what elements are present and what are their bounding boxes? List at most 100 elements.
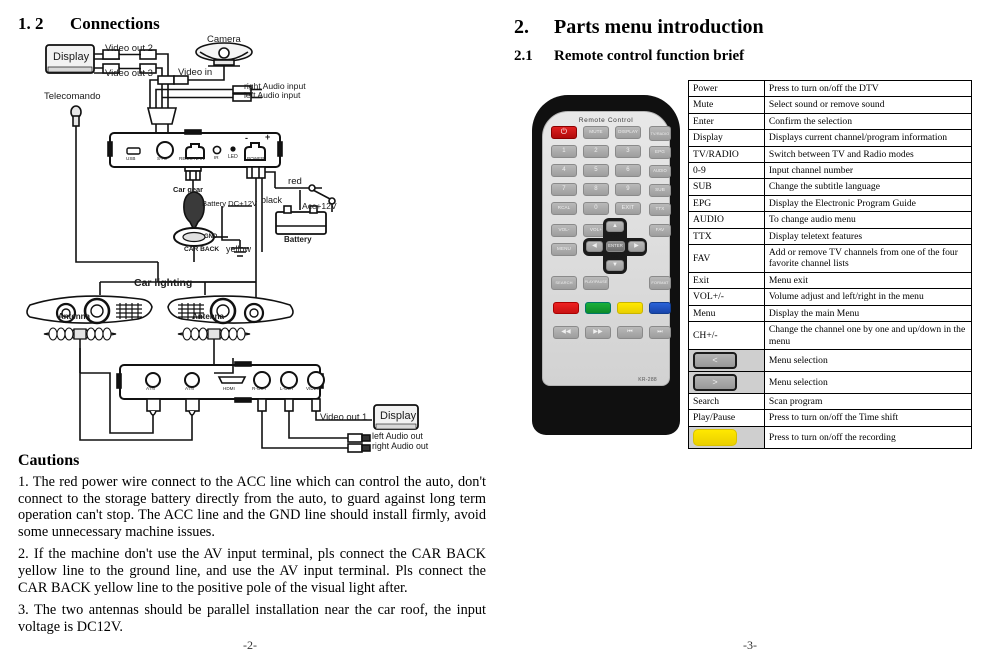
remote-key-color-red[interactable] — [553, 302, 579, 314]
label-black: black — [261, 195, 283, 205]
inline-record-key — [693, 428, 737, 446]
table-cell-description: Menu selection — [763, 370, 973, 394]
table-row: Search Scan program — [688, 392, 973, 411]
table-cell-key-glyph: > — [688, 370, 765, 394]
label-polarity-minus: - — [245, 133, 248, 143]
remote-key-sub[interactable]: SUB — [649, 184, 671, 197]
table-row: Enter Confirm the selection — [688, 112, 973, 131]
remote-key-9[interactable]: 9 — [615, 183, 641, 196]
label-video-out-2: Video out 2 — [105, 43, 153, 54]
caution-item-2: 2. If the machine don't use the AV input… — [18, 546, 486, 596]
remote-key-8[interactable]: 8 — [583, 183, 609, 196]
caution-item-3: 3. The two antennas should be parallel i… — [18, 602, 486, 635]
remote-key-power[interactable]: ⏻ — [551, 126, 577, 139]
remote-key-search[interactable]: SEARCH — [551, 276, 577, 290]
remote-key-rewind[interactable]: ◀◀ — [553, 326, 579, 339]
table-cell-key-name: FAV — [688, 244, 765, 273]
label-display-top: Display — [53, 51, 90, 63]
table-row: Menu Display the main Menu — [688, 304, 973, 323]
table-row: Mute Select sound or remove sound — [688, 96, 973, 114]
table-cell-key-name: Play/Pause — [688, 409, 765, 427]
table-row: > Menu selection — [688, 370, 973, 394]
table-cell-key-name: Enter — [688, 112, 765, 131]
remote-key-enter[interactable]: ENTER — [606, 241, 625, 252]
label-video-out-1: Video out 1 — [320, 411, 368, 422]
remote-key-color-yellow[interactable] — [617, 302, 643, 314]
label-port-ir: IR — [214, 155, 219, 160]
cautions-title: Cautions — [18, 452, 80, 469]
table-cell-key-name: CH+/- — [688, 321, 765, 350]
remote-function-table: Power Press to turn on/off the DTV Mute Sel… — [688, 79, 973, 449]
remote-key-5[interactable]: 5 — [583, 164, 609, 177]
connections-diagram-svg — [26, 42, 419, 453]
remote-key-exit[interactable]: EXIT — [615, 202, 641, 215]
remote-key-down[interactable]: ▼ — [606, 260, 624, 271]
table-cell-description: Input channel number — [763, 162, 973, 180]
label-car-gear: Car gear — [173, 185, 203, 194]
remote-key-3[interactable]: 3 — [615, 145, 641, 158]
table-row: AUDIO To change audio menu — [688, 211, 973, 229]
table-row: TTX Display teletext features — [688, 227, 973, 246]
remote-key-display[interactable]: DISPLAY — [615, 126, 641, 139]
remote-key-tv-radio[interactable]: TV/RADIO — [649, 126, 671, 141]
table-cell-key-name: SUB — [688, 178, 765, 196]
navlabel-ch-minus: CH- — [610, 254, 620, 259]
table-cell-description: Scan program — [763, 392, 973, 411]
remote-key-color-green[interactable] — [585, 302, 611, 314]
table-cell-description: Display teletext features — [763, 227, 973, 246]
table-cell-key-name: Menu — [688, 304, 765, 323]
remote-key-left[interactable]: ◀ — [586, 241, 603, 252]
table-cell-description: Displays current channel/program informa… — [763, 129, 973, 147]
table-cell-description: Switch between TV and Radio modes — [763, 145, 973, 164]
remote-key-format[interactable]: FORMAT — [649, 276, 671, 290]
remote-key-ttx[interactable]: TTX — [649, 203, 671, 216]
label-port-video: VIDEO — [306, 386, 321, 391]
label-right-audio-out: right Audio out — [372, 441, 429, 451]
table-cell-key-name: Search — [688, 392, 765, 411]
remote-key-menu[interactable]: MENU — [551, 243, 577, 256]
label-left-audio-input: left Audio input — [244, 90, 301, 100]
table-cell-key-name: EPG — [688, 194, 765, 213]
remote-key-up[interactable]: ▲ — [606, 221, 624, 232]
table-row: TV/RADIO Switch between TV and Radio mode… — [688, 145, 973, 164]
label-gnd: GND — [204, 234, 218, 240]
remote-key-epg[interactable]: EPG — [649, 146, 671, 159]
remote-faceplate: Remote Control ⏻ MUTE DISPLAY TV/RADIO 1… — [542, 111, 671, 386]
table-cell-key-name: Display — [688, 129, 765, 147]
subsection-title: Remote control function brief — [554, 48, 745, 64]
table-cell-description: Press to turn on/off the DTV — [763, 79, 973, 98]
table-cell-key-name: AUDIO — [688, 211, 765, 229]
remote-key-color-blue[interactable] — [649, 302, 671, 314]
table-cell-description: Press to turn on/off the Time shift — [763, 409, 973, 427]
remote-key-6[interactable]: 6 — [615, 164, 641, 177]
label-yellow: yellow — [226, 244, 252, 254]
inline-remote-key: < — [693, 351, 737, 369]
remote-key-recall[interactable]: RCAL — [551, 202, 577, 215]
remote-key-play-pause[interactable]: PLAY/PAUSE — [583, 276, 609, 290]
remote-key-audio[interactable]: AUDIO — [649, 165, 671, 178]
remote-key-fav[interactable]: FAV — [649, 224, 671, 237]
remote-key-previous[interactable]: ⏮ — [617, 326, 643, 339]
label-port-l-out: L-OUT — [280, 386, 294, 391]
remote-key-right[interactable]: ▶ — [628, 241, 645, 252]
remote-key-1[interactable]: 1 — [551, 145, 577, 158]
remote-key-7[interactable]: 7 — [551, 183, 577, 196]
remote-key-fastforward[interactable]: ▶▶ — [585, 326, 611, 339]
table-cell-key-name: TTX — [688, 227, 765, 246]
remote-key-vol-minus[interactable]: VOL- — [551, 224, 577, 237]
table-cell-key-name: Power — [688, 79, 765, 98]
table-row: < Menu selection — [688, 348, 973, 372]
remote-key-2[interactable]: 2 — [583, 145, 609, 158]
remote-key-mute[interactable]: MUTE — [583, 126, 609, 139]
remote-key-4[interactable]: 4 — [551, 164, 577, 177]
table-cell-description: Change the subtitle language — [763, 178, 973, 196]
remote-key-0[interactable]: 0 — [583, 202, 609, 215]
label-red: red — [288, 176, 302, 187]
page-number-right: -3- — [743, 638, 757, 652]
table-cell-key-name: Exit — [688, 271, 765, 290]
navlabel-ch-plus: CH+ — [610, 233, 620, 238]
label-port-r-out: R-OUT — [252, 386, 267, 391]
remote-key-next[interactable]: ⏭ — [649, 326, 671, 339]
table-cell-description: Volume adjust and left/right in the menu — [763, 288, 973, 306]
table-cell-key-glyph: < — [688, 348, 765, 372]
